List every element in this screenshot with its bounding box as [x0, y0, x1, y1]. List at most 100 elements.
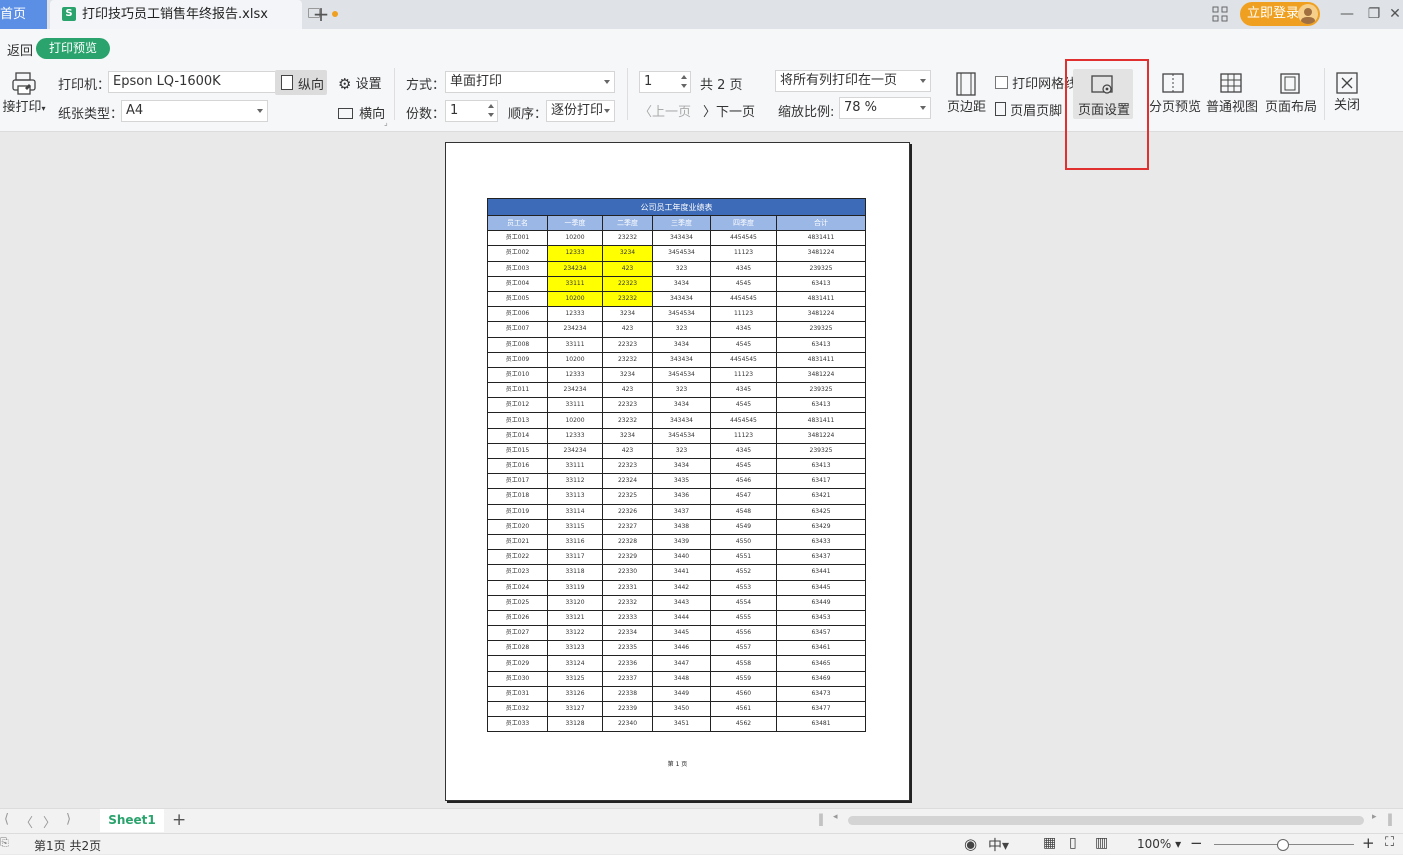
- new-tab-plus-icon[interactable]: +: [311, 3, 331, 25]
- next-page-label: 下一页: [716, 105, 756, 120]
- table-row: 员工029 33124 22336 3447 4558 63465: [487, 655, 866, 672]
- chevron-down-icon: [604, 109, 610, 113]
- landscape-button[interactable]: 横向: [338, 103, 385, 122]
- scale-select[interactable]: 78 %: [839, 97, 931, 119]
- zoom-in-icon[interactable]: +: [1362, 834, 1375, 852]
- page-number-stepper[interactable]: 1: [639, 71, 691, 93]
- zoom-level[interactable]: 100% ▾: [1137, 837, 1181, 851]
- separator: [394, 68, 395, 120]
- eye-protection-icon[interactable]: ◉: [964, 835, 977, 853]
- table-cell: 63449: [776, 594, 866, 611]
- minimize-icon[interactable]: —: [1337, 4, 1357, 24]
- first-sheet-icon[interactable]: ⟨: [4, 812, 9, 827]
- table-cell: 11123: [710, 306, 777, 323]
- order-label: 顺序：: [508, 107, 548, 122]
- print-preview-tab[interactable]: 打印预览: [36, 38, 110, 59]
- portrait-button[interactable]: 纵向: [275, 70, 327, 95]
- table-cell: 343434: [652, 230, 711, 247]
- stepper-arrows-icon[interactable]: [680, 74, 688, 90]
- table-cell: 23232: [602, 412, 653, 429]
- close-window-icon[interactable]: ✕: [1385, 4, 1403, 24]
- column-header: 三季度: [652, 214, 711, 232]
- apps-grid-icon[interactable]: [1212, 6, 1228, 22]
- stepper-arrows-icon[interactable]: [487, 103, 495, 119]
- fit-to-page-select[interactable]: 将所有列打印在一页: [775, 70, 931, 92]
- table-cell: 63413: [776, 457, 866, 475]
- table-cell: 4556: [710, 625, 777, 642]
- table-cell: 3434: [652, 336, 711, 353]
- title-bar: 首页 S 打印技巧员工销售年终报告.xlsx + 立即登录 — ❐ ✕: [0, 0, 1403, 29]
- table-cell: 4562: [710, 716, 777, 733]
- close-preview-button[interactable]: 关闭: [1333, 72, 1361, 113]
- scale-label: 缩放比例:: [778, 105, 835, 120]
- tab-document[interactable]: S 打印技巧员工销售年终报告.xlsx: [50, 0, 338, 29]
- input-method-icon[interactable]: 中▾: [988, 835, 1009, 855]
- page-layout-button[interactable]: 页面布局: [1265, 72, 1318, 115]
- table-cell: 员工012: [487, 397, 548, 414]
- scroll-left-icon[interactable]: ◂: [833, 812, 838, 822]
- table-cell: 4831411: [776, 412, 866, 429]
- paper-select[interactable]: A4: [121, 100, 268, 122]
- landscape-label: 横向: [359, 107, 386, 122]
- table-cell: 343434: [652, 412, 711, 429]
- table-cell: 4831411: [776, 351, 866, 368]
- table-cell: 63473: [776, 685, 866, 703]
- zoom-out-icon[interactable]: −: [1190, 834, 1203, 852]
- header-footer-button[interactable]: 页眉页脚: [995, 100, 1062, 119]
- duplex-mode-label: 方式：: [406, 78, 446, 93]
- copies-stepper[interactable]: 1: [445, 100, 498, 122]
- fullscreen-icon[interactable]: ⛶: [1385, 835, 1394, 850]
- sheet-tab[interactable]: Sheet1: [100, 809, 164, 832]
- table-cell: 22327: [602, 518, 653, 535]
- table-cell: 23232: [602, 230, 653, 247]
- scroll-split-icon[interactable]: ‖: [818, 812, 824, 826]
- next-page-button[interactable]: 〉下一页: [703, 101, 755, 120]
- table-cell: 3449: [652, 685, 711, 703]
- tab-home[interactable]: 首页: [0, 0, 47, 29]
- table-cell: 22328: [602, 533, 653, 551]
- table-cell: 员工001: [487, 230, 548, 247]
- next-sheet-icon[interactable]: 〉: [43, 812, 56, 831]
- horizontal-scrollbar[interactable]: [848, 816, 1364, 825]
- page-layout-label: 页面布局: [1265, 100, 1318, 115]
- table-cell: 22333: [602, 609, 653, 627]
- close-label: 关闭: [1333, 98, 1360, 113]
- table-cell: 员工006: [487, 306, 548, 323]
- back-link[interactable]: 返回: [7, 40, 33, 59]
- normal-view-status-icon[interactable]: ▦: [1043, 835, 1056, 851]
- table-cell: 63445: [776, 579, 866, 596]
- restore-icon[interactable]: ❐: [1364, 4, 1384, 24]
- table-cell: 12333: [547, 306, 603, 323]
- table-cell: 员工020: [487, 518, 548, 535]
- table-cell: 员工031: [487, 685, 548, 703]
- page-break-status-icon[interactable]: ▥: [1095, 835, 1108, 851]
- add-sheet-icon[interactable]: +: [172, 809, 186, 832]
- separator: [627, 68, 628, 120]
- zoom-slider-thumb[interactable]: [1277, 839, 1289, 851]
- page-break-preview-button[interactable]: 分页预览: [1149, 72, 1201, 115]
- document-tab-label: 打印技巧员工销售年终报告.xlsx: [82, 7, 268, 22]
- login-button[interactable]: 立即登录: [1240, 2, 1320, 26]
- prev-page-button[interactable]: 〈上一页: [639, 101, 691, 120]
- table-cell: 33126: [547, 685, 603, 703]
- scroll-end-icon[interactable]: ‖: [1387, 812, 1393, 826]
- last-sheet-icon[interactable]: ⟩: [66, 812, 71, 827]
- table-row: 员工032 33127 22339 3450 4561 63477: [487, 700, 866, 718]
- chevron-down-icon: [257, 109, 263, 113]
- table-cell: 22338: [602, 685, 653, 703]
- order-select[interactable]: 逐份打印: [546, 100, 615, 122]
- printer-settings-button[interactable]: ⚙ 设置: [338, 73, 382, 93]
- margins-button[interactable]: 页边距: [947, 72, 986, 115]
- page-layout-status-icon[interactable]: ▯: [1069, 835, 1077, 851]
- duplex-mode-select[interactable]: 单面打印: [445, 71, 615, 93]
- table-cell: 33113: [547, 488, 603, 505]
- table-cell: 23232: [602, 351, 653, 368]
- normal-view-button[interactable]: 普通视图: [1206, 72, 1258, 115]
- close-icon: [1336, 72, 1358, 94]
- table-cell: 员工032: [487, 700, 548, 718]
- scroll-right-icon[interactable]: ▸: [1372, 812, 1377, 822]
- direct-print-button[interactable]: 接打印▾: [0, 70, 48, 115]
- table-cell: 63437: [776, 549, 866, 566]
- expand-dialog-icon[interactable]: ⌟: [384, 118, 388, 127]
- prev-sheet-icon[interactable]: 〈: [20, 812, 33, 831]
